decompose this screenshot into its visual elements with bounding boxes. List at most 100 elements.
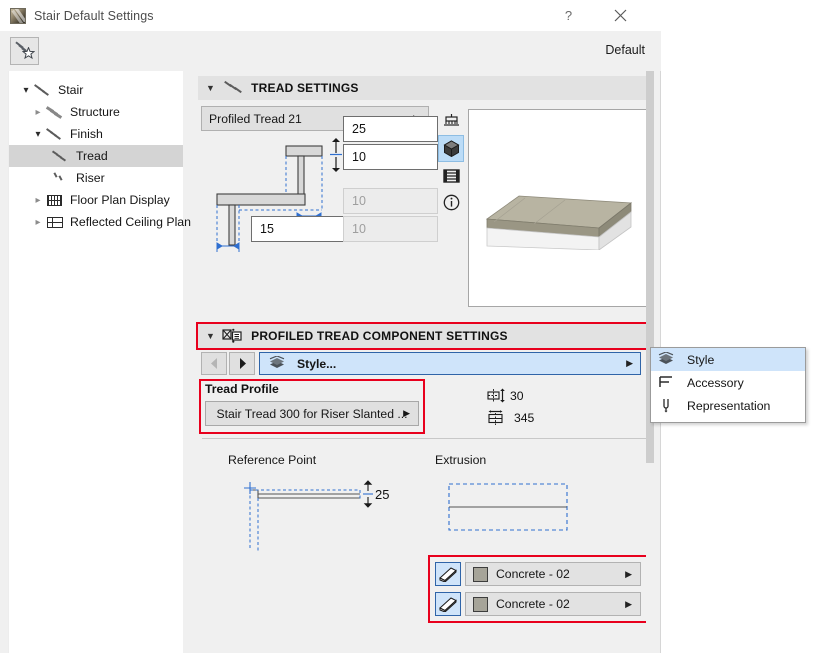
help-button[interactable]: ?	[546, 0, 591, 31]
reflected-ceiling-icon	[45, 214, 65, 230]
section-title: PROFILED TREAD COMPONENT SETTINGS	[251, 329, 508, 343]
tread-profile-value: Stair Tread 300 for Riser Slanted ...	[216, 407, 407, 421]
height-dimension-icon	[486, 388, 506, 404]
menu-item-representation[interactable]: Representation	[651, 394, 805, 417]
sidebar-item-label: Riser	[76, 171, 105, 185]
menu-item-style[interactable]: Style	[651, 348, 805, 371]
tread-side-offset-field[interactable]: 15	[251, 216, 346, 242]
profile-height-value: 30	[510, 389, 524, 403]
sidebar-item-riser[interactable]: Riser	[9, 167, 183, 189]
profiled-tread-component-settings-header[interactable]: ▼ PROFILED TREAD COMPONENT SETTINGS	[198, 324, 648, 348]
stair-default-settings-dialog: Stair Default Settings ? Default ▾	[0, 0, 661, 653]
divider	[202, 438, 646, 439]
tread-settings-body: Profiled Tread 21 ▶	[198, 106, 648, 314]
material-label: Concrete - 02	[496, 597, 570, 611]
sidebar-item-label: Tread	[76, 149, 108, 163]
tread-preview-image	[481, 172, 637, 250]
tread-cross-section-diagram	[203, 142, 333, 272]
tread-thickness-field[interactable]: 25	[343, 116, 438, 142]
width-dimension-icon	[486, 410, 506, 426]
material-combo[interactable]: Concrete - 02 ▶	[465, 592, 641, 616]
stair-app-icon	[10, 8, 26, 24]
sidebar-item-structure[interactable]: ▸ Structure	[9, 101, 183, 123]
info-icon[interactable]	[438, 189, 464, 216]
tread-component-value: Profiled Tread 21	[209, 112, 302, 126]
material-row: Concrete - 02 ▶	[435, 592, 641, 616]
tread-profile-label: Tread Profile	[205, 382, 279, 396]
sidebar-item-finish[interactable]: ▾ Finish	[9, 123, 183, 145]
material-settings-group: Concrete - 02 ▶ Concrete - 02	[430, 557, 646, 621]
field-value: 15	[260, 222, 274, 236]
extrusion-diagram	[445, 480, 605, 555]
tread-overhang-field: 10	[343, 188, 438, 214]
material-label: Concrete - 02	[496, 567, 570, 581]
field-value: 25	[352, 122, 366, 136]
structure-icon	[45, 104, 65, 120]
sidebar-item-reflected-ceiling-plan[interactable]: ▸ Reflected Ceiling Plan	[9, 211, 183, 233]
tread-settings-header[interactable]: ▼ TREAD SETTINGS	[198, 76, 648, 100]
nav-previous-button[interactable]	[201, 352, 227, 375]
menu-item-label: Accessory	[687, 376, 744, 390]
sidebar-item-tread[interactable]: Tread	[9, 145, 183, 167]
chevron-right-icon[interactable]: ▸	[31, 195, 45, 206]
screen: Stair Default Settings ? Default ▾	[0, 0, 815, 653]
preview-view-toolbar	[438, 108, 464, 216]
chevron-down-icon[interactable]: ▼	[206, 331, 215, 341]
material-swatch	[473, 567, 488, 582]
material-row: Concrete - 02 ▶	[435, 562, 641, 586]
stair-icon	[33, 82, 53, 98]
sidebar-item-label: Reflected Ceiling Plan	[70, 215, 191, 229]
tread-profile-group: Tread Profile Stair Tread 300 for Riser …	[201, 381, 423, 432]
sidebar-item-floor-plan-display[interactable]: ▸ Floor Plan Display	[9, 189, 183, 211]
favorites-star-icon[interactable]	[10, 37, 39, 65]
style-icon	[268, 356, 290, 372]
style-combo-value: Style...	[297, 357, 336, 371]
reference-point-diagram: 25	[238, 480, 398, 555]
component-settings-icon	[222, 328, 244, 344]
nav-next-button[interactable]	[229, 352, 255, 375]
sidebar-item-label: Stair	[58, 83, 83, 97]
chevron-right-icon: ▶	[626, 358, 633, 369]
chevron-down-icon[interactable]: ▾	[19, 85, 33, 96]
window-title: Stair Default Settings	[34, 9, 154, 23]
component-style-combo[interactable]: Style... ▶	[259, 352, 641, 375]
profile-width-value: 345	[514, 411, 534, 425]
sidebar-item-label: Finish	[70, 127, 103, 141]
section-title: TREAD SETTINGS	[251, 81, 358, 95]
tread-icon	[51, 148, 71, 164]
sidebar-item-stair[interactable]: ▾ Stair	[9, 79, 183, 101]
tread-icon	[222, 80, 244, 96]
chevron-right-icon: ▶	[625, 599, 632, 610]
field-value: 10	[352, 222, 366, 236]
default-label: Default	[605, 43, 645, 57]
title-bar: Stair Default Settings ?	[0, 0, 661, 31]
accessory-icon	[657, 375, 681, 391]
menu-item-label: Representation	[687, 399, 770, 413]
chevron-right-icon[interactable]: ▸	[31, 217, 45, 228]
representation-icon	[657, 398, 681, 414]
thickness-dimension-icon	[328, 137, 344, 173]
menu-item-accessory[interactable]: Accessory	[651, 371, 805, 394]
finish-icon	[45, 126, 65, 142]
profile-height-dimension: 30	[486, 388, 524, 404]
material-combo[interactable]: Concrete - 02 ▶	[465, 562, 641, 586]
menu-item-label: Style	[687, 353, 714, 367]
tread-3d-preview[interactable]	[468, 109, 648, 307]
3d-view-icon[interactable]	[438, 135, 464, 162]
field-value: 10	[352, 150, 366, 164]
floor-plan-icon	[45, 192, 65, 208]
tread-profile-button[interactable]: Stair Tread 300 for Riser Slanted ... ▶	[205, 401, 419, 426]
chevron-down-icon[interactable]: ▾	[31, 129, 45, 140]
sidebar-item-label: Structure	[70, 105, 120, 119]
tread-nosing-field[interactable]: 10	[343, 144, 438, 170]
surface-material-icon[interactable]	[435, 592, 461, 616]
chevron-down-icon[interactable]: ▼	[206, 83, 215, 93]
material-swatch	[473, 597, 488, 612]
chevron-right-icon[interactable]: ▸	[31, 107, 45, 118]
field-value: 10	[352, 194, 366, 208]
section-view-icon[interactable]	[438, 162, 464, 189]
style-icon	[657, 352, 681, 368]
close-icon[interactable]	[598, 0, 643, 31]
top-view-icon[interactable]	[438, 108, 464, 135]
surface-material-icon[interactable]	[435, 562, 461, 586]
